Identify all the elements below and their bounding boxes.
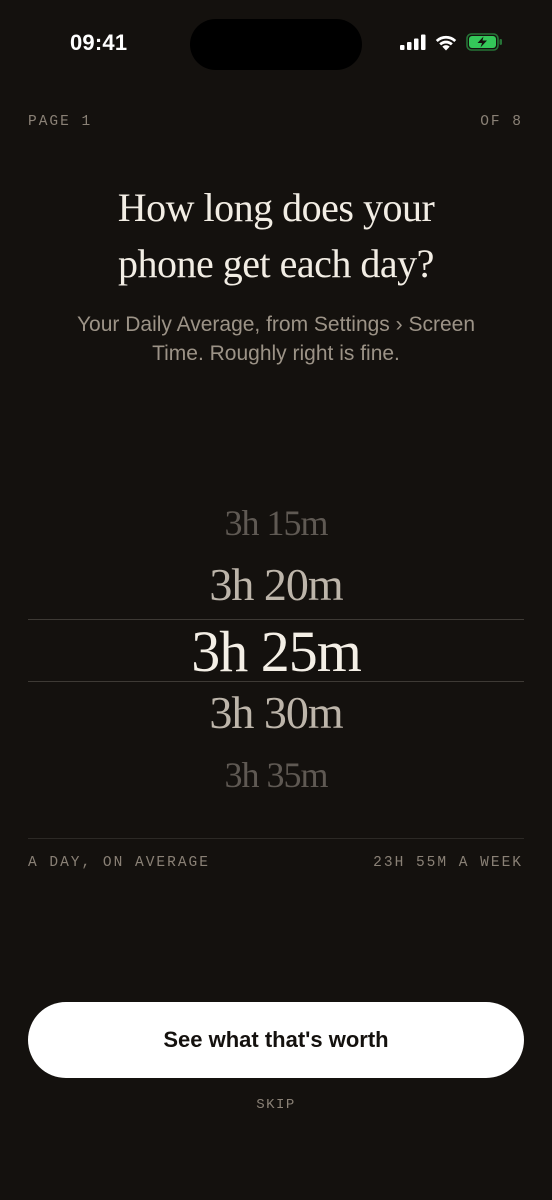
status-time: 09:41 xyxy=(70,30,128,55)
see-worth-button[interactable]: See what that's worth xyxy=(28,1002,524,1078)
question-title: How long does your phone get each day? xyxy=(40,180,512,292)
question-subtitle: Your Daily Average, from Settings › Scre… xyxy=(40,310,512,368)
picker-option[interactable]: 3h 15m xyxy=(28,502,524,544)
picker-option[interactable]: 3h 30m xyxy=(28,686,524,739)
weekly-total-label: 23H 55M A WEEK xyxy=(373,855,523,871)
picker-option-selected[interactable]: 3h 25m xyxy=(28,618,524,685)
question-subtitle-line1: Your Daily Average, from Settings › Scre… xyxy=(76,313,476,336)
dynamic-island xyxy=(190,19,362,70)
picker-option[interactable]: 3h 35m xyxy=(28,754,524,796)
signal-icon xyxy=(400,34,426,50)
question-subtitle-line2: Time. Roughly right is fine. xyxy=(152,342,400,365)
page-total-label: OF 8 xyxy=(480,114,523,130)
summary-row: A DAY, ON AVERAGE 23H 55M A WEEK xyxy=(28,855,523,871)
page-label: PAGE 1 xyxy=(28,114,93,130)
status-bar: 09:41 xyxy=(0,0,552,90)
divider xyxy=(28,838,524,839)
duration-picker[interactable]: 3h 15m 3h 20m 3h 25m 3h 30m 3h 35m xyxy=(28,490,524,820)
daily-average-label: A DAY, ON AVERAGE xyxy=(28,855,210,871)
question-title-line2: phone get each day? xyxy=(118,241,434,286)
battery-charging-icon xyxy=(466,33,504,51)
skip-link[interactable]: SKIP xyxy=(0,1097,552,1113)
page-indicator: PAGE 1 OF 8 xyxy=(28,114,523,130)
status-icons xyxy=(400,33,504,51)
wifi-icon xyxy=(434,34,458,51)
question-title-line1: How long does your xyxy=(117,185,435,230)
picker-option[interactable]: 3h 20m xyxy=(28,558,524,611)
